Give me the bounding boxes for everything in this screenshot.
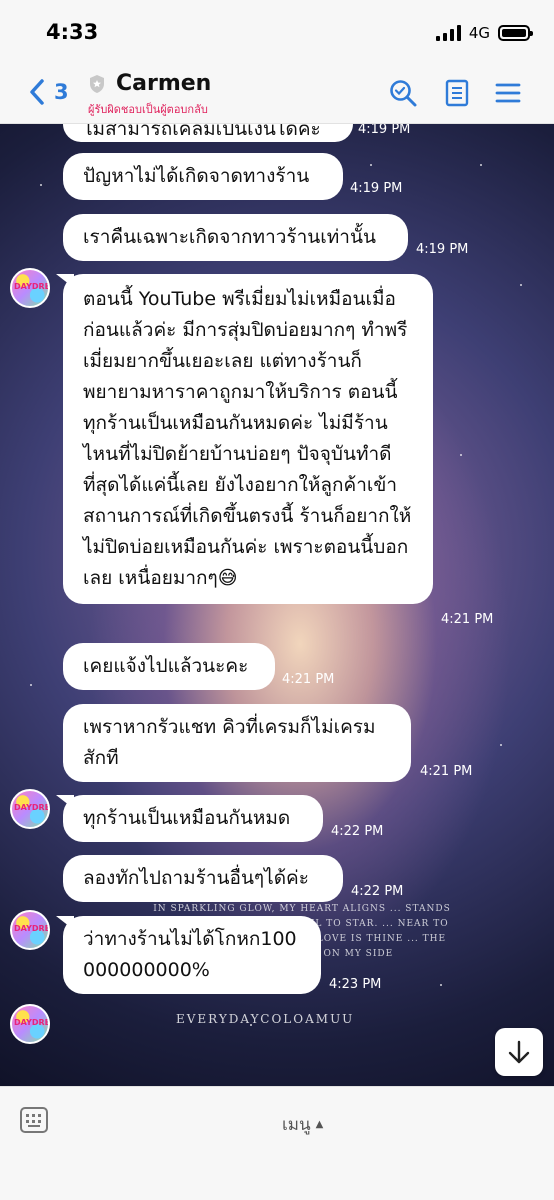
message-text: เคยแจ้งไปแล้วนะคะ bbox=[83, 655, 249, 677]
message-time: 4:23 PM bbox=[329, 977, 382, 992]
chat-header: 3 Carmen ผู้รับผิดชอบเป็นผู้ตอบกลับ bbox=[0, 64, 554, 124]
message-time: 4:21 PM bbox=[282, 672, 335, 687]
avatar[interactable]: DAYDREAM bbox=[10, 1004, 50, 1044]
avatar[interactable]: DAYDREAM bbox=[10, 268, 50, 308]
menu-toggle-button[interactable]: เมนู ▲ bbox=[282, 1111, 323, 1138]
chat-title[interactable]: Carmen bbox=[116, 71, 211, 96]
avatar[interactable]: DAYDREAM bbox=[10, 910, 50, 950]
avatar-label: DAYDREAM bbox=[14, 803, 50, 812]
back-chevron-icon bbox=[30, 79, 44, 105]
menu-label: เมนู bbox=[282, 1115, 311, 1135]
menu-icon[interactable] bbox=[493, 78, 523, 108]
message-bubble[interactable]: เราคืนเฉพาะเกิดจากทาวร้านเท่านั้น bbox=[63, 214, 408, 261]
chat-area[interactable]: IN SPARKLING GLOW, MY HEART ALIGNS ... S… bbox=[0, 124, 554, 1086]
arrow-down-icon bbox=[508, 1040, 530, 1064]
avatar-label: DAYDREAM bbox=[14, 1018, 50, 1027]
notes-icon[interactable] bbox=[442, 78, 472, 108]
avatar[interactable]: DAYDREAM bbox=[10, 789, 50, 829]
message-time: 4:21 PM bbox=[420, 764, 473, 779]
message-bubble[interactable]: ปัญหาไม่ได้เกิดจาดทางร้าน bbox=[63, 153, 343, 200]
message-time: 4:22 PM bbox=[331, 824, 384, 839]
status-indicators: 4G bbox=[435, 24, 533, 42]
wallpaper-signature: EVERYDAYCOLOAMUU bbox=[176, 1012, 355, 1026]
scroll-to-bottom-button[interactable] bbox=[495, 1028, 543, 1076]
message-bubble[interactable]: ทุกร้านเป็นเหมือนกันหมด bbox=[63, 795, 323, 842]
message-text: ปัญหาไม่ได้เกิดจาดทางร้าน bbox=[83, 165, 310, 187]
keyboard-icon[interactable] bbox=[20, 1107, 48, 1133]
message-text: ว่าทางร้านไม่ได้โกหก100000000000% bbox=[83, 928, 297, 981]
bottom-bar: เมนู ▲ bbox=[0, 1086, 554, 1200]
avatar-label: DAYDREAM bbox=[14, 282, 50, 291]
message-text: ลองทักไปถามร้านอื่นๆได้ค่ะ bbox=[83, 867, 309, 889]
chat-subtitle: ผู้รับผิดชอบเป็นผู้ตอบกลับ bbox=[88, 103, 208, 116]
search-icon[interactable] bbox=[388, 78, 418, 108]
message-time: 4:21 PM bbox=[441, 612, 494, 627]
message-time: 4:19 PM bbox=[358, 124, 411, 137]
shield-icon bbox=[90, 75, 104, 93]
message-text: ตอนนี้ YouTube พรีเมี่ยมไม่เหมือนเมื่อก่… bbox=[83, 288, 412, 589]
message-text: เพราหากรัวแชท คิวที่เครมก็ไม่เครมสักที bbox=[83, 716, 376, 769]
unread-count: 3 bbox=[54, 80, 69, 104]
message-bubble[interactable]: ว่าทางร้านไม่ได้โกหก100000000000% bbox=[63, 916, 321, 994]
back-button[interactable]: 3 bbox=[28, 78, 69, 106]
message-bubble[interactable]: เพราหากรัวแชท คิวที่เครมก็ไม่เครมสักที bbox=[63, 704, 411, 782]
message-text: ทุกร้านเป็นเหมือนกันหมด bbox=[83, 807, 291, 829]
message-time: 4:22 PM bbox=[351, 884, 404, 899]
status-time: 4:33 bbox=[46, 20, 99, 44]
network-type: 4G bbox=[468, 24, 490, 42]
signal-icon bbox=[435, 25, 461, 41]
status-bar: 4:33 4G bbox=[0, 0, 554, 64]
message-time: 4:19 PM bbox=[416, 242, 469, 257]
battery-icon bbox=[498, 25, 533, 41]
message-time: 4:19 PM bbox=[350, 181, 403, 196]
message-text: ไม่สามารถเคลมเป็นเงินได้ค่ะ bbox=[83, 124, 321, 140]
message-bubble[interactable]: ตอนนี้ YouTube พรีเมี่ยมไม่เหมือนเมื่อก่… bbox=[63, 274, 433, 604]
message-bubble[interactable]: ไม่สามารถเคลมเป็นเงินได้ค่ะ bbox=[63, 124, 353, 142]
caret-up-icon: ▲ bbox=[315, 1119, 324, 1130]
avatar-label: DAYDREAM bbox=[14, 924, 50, 933]
message-bubble[interactable]: เคยแจ้งไปแล้วนะคะ bbox=[63, 643, 275, 690]
message-bubble[interactable]: ลองทักไปถามร้านอื่นๆได้ค่ะ bbox=[63, 855, 343, 902]
message-text: เราคืนเฉพาะเกิดจากทาวร้านเท่านั้น bbox=[83, 226, 376, 248]
